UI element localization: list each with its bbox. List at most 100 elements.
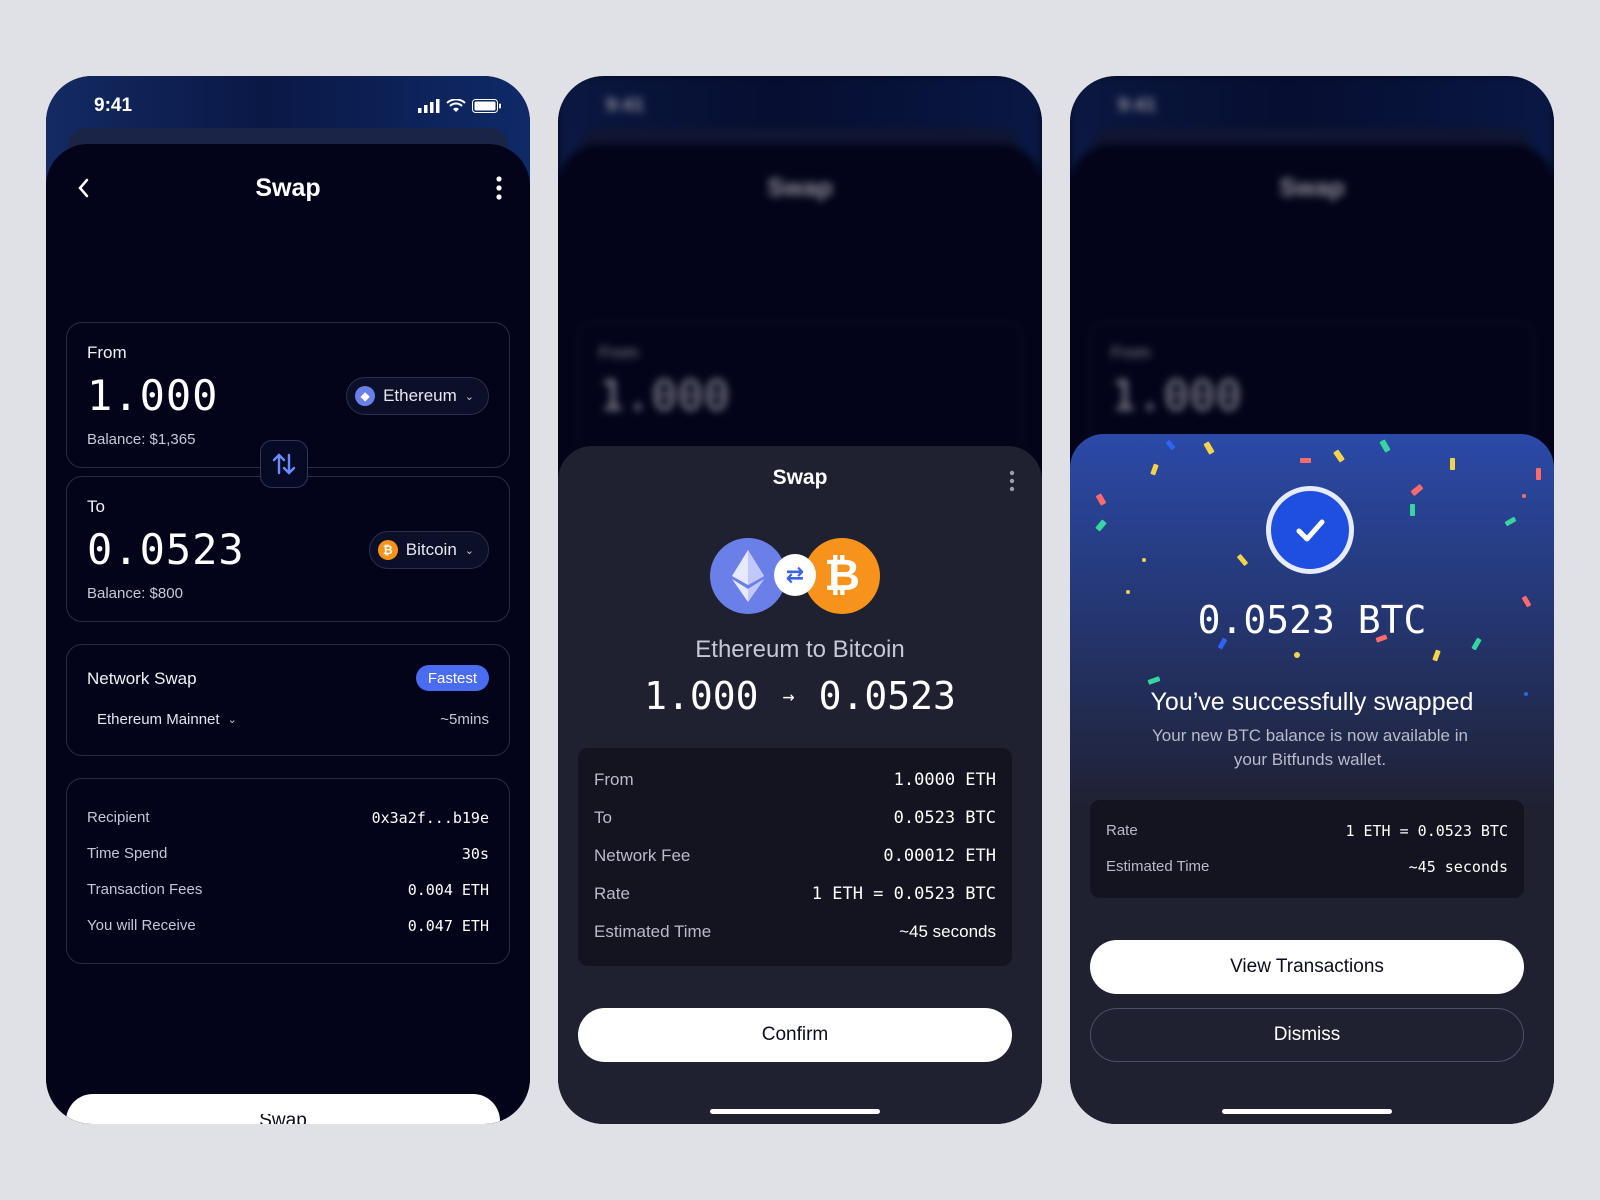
from-token-select[interactable]: ◆ Ethereum ⌄ [346, 377, 489, 415]
to-amount-input[interactable]: 0.0523 [87, 525, 245, 574]
detail-row: Recipient 0x3a2f...b19e [87, 809, 489, 827]
home-indicator [198, 1109, 368, 1114]
network-name: Ethereum Mainnet [97, 711, 220, 728]
swap-amounts: 1.000 → 0.0523 [558, 674, 1042, 718]
modal-from-amount: 1.000 [644, 674, 759, 718]
status-time: 9:41 [94, 95, 133, 116]
info-key: To [594, 808, 612, 827]
swap-arrows-icon: ⇄ [774, 554, 816, 596]
confirm-sheet: Swap ₿ ⇄ Ethereum to Bitcoin 1.000 → 0.0… [558, 446, 1042, 1124]
info-row: Rate 1 ETH = 0.0523 BTC [1106, 822, 1508, 840]
info-row: To 0.0523 BTC [594, 808, 996, 828]
more-icon[interactable] [1008, 468, 1016, 494]
received-amount: 0.0523 BTC [1197, 598, 1427, 642]
nav-bar: Swap [46, 164, 530, 212]
confirm-details: From 1.0000 ETH To 0.0523 BTC Network Fee 0… [578, 748, 1012, 966]
modal-to-amount: 0.0523 [818, 674, 956, 718]
page-title: Swap [1279, 173, 1345, 202]
to-label: To [87, 497, 105, 516]
from-amount: 1.000 [1111, 371, 1243, 420]
detail-key: Recipient [87, 809, 150, 826]
from-label: From [1111, 343, 1151, 362]
success-description: Your new BTC balance is now available in… [1152, 726, 1468, 769]
success-details: Rate 1 ETH = 0.0523 BTC Estimated Time ~45… [1090, 800, 1524, 898]
detail-key: Time Spend [87, 845, 168, 862]
bitcoin-icon: ₿ [377, 540, 398, 560]
info-key: Rate [594, 884, 630, 903]
info-key: Network Fee [594, 846, 691, 865]
status-bar: 9:41 [46, 76, 530, 136]
detail-row: Transaction Fees 0.004 ETH [87, 881, 489, 899]
swap-arrows-icon [272, 453, 296, 475]
signal-icon [418, 99, 440, 113]
info-row: Estimated Time ~45 seconds [594, 922, 996, 942]
chevron-down-icon: ⌄ [227, 714, 237, 726]
from-balance: Balance: $1,365 [87, 431, 196, 448]
modal-subtitle: Ethereum to Bitcoin [695, 636, 905, 663]
detail-value: 0.004 ETH [407, 881, 489, 899]
info-key: Estimated Time [594, 922, 712, 941]
back-icon[interactable] [72, 174, 96, 202]
view-transactions-button[interactable]: View Transactions [1090, 940, 1524, 994]
detail-row: Time Spend 30s [87, 845, 489, 863]
from-amount: 1.000 [599, 371, 731, 420]
chevron-down-icon: ⌄ [464, 390, 474, 403]
phone-swap-screen: 9:41 Swap From 1.000 Balance: $1,365 ◆ E… [46, 76, 530, 1124]
page-title: Swap [767, 173, 833, 202]
page-title: Swap [255, 173, 321, 202]
home-indicator [1222, 1109, 1392, 1114]
success-sheet: 0.0523 BTC You’ve successfully swapped Y… [1070, 434, 1554, 1124]
info-value: 0.0523 BTC [893, 808, 996, 828]
info-row: Estimated Time ~45 seconds [1106, 858, 1508, 876]
to-token-label: Bitcoin [405, 540, 457, 559]
info-row: Network Fee 0.00012 ETH [594, 846, 996, 866]
detail-key: You will Receive [87, 917, 196, 934]
status-time: 9:41 [606, 95, 645, 116]
modal-title: Swap [772, 466, 828, 489]
from-label: From [599, 343, 639, 362]
chevron-down-icon: ⌄ [464, 544, 474, 557]
success-badge [1266, 486, 1354, 574]
home-indicator [710, 1109, 880, 1114]
detail-value: 30s [461, 845, 489, 863]
info-value: 1 ETH = 0.0523 BTC [1345, 822, 1508, 840]
info-value: 1 ETH = 0.0523 BTC [811, 884, 996, 904]
confirm-button[interactable]: Confirm [578, 1008, 1012, 1062]
network-select[interactable]: Ethereum Mainnet ⌄ [97, 711, 237, 728]
ethereum-icon: ◆ [355, 386, 376, 406]
info-key: Rate [1106, 822, 1138, 839]
to-balance: Balance: $800 [87, 585, 183, 602]
info-value: 0.00012 ETH [883, 846, 996, 866]
info-row: Rate 1 ETH = 0.0523 BTC [594, 884, 996, 904]
phone-success-screen: 9:41 Swap From 1.000 0.0523 BTC You’ve s… [1070, 76, 1554, 1124]
info-row: From 1.0000 ETH [594, 770, 996, 790]
more-icon[interactable] [494, 172, 504, 204]
phone-confirm-screen: 9:41 Swap From 1.000 Swap ₿ ⇄ Ethereum t… [558, 76, 1042, 1124]
wifi-icon [446, 99, 466, 112]
details-card: Recipient 0x3a2f...b19e Time Spend 30s Tra… [66, 778, 510, 964]
to-token-select[interactable]: ₿ Bitcoin ⌄ [368, 531, 489, 569]
network-label: Network Swap [87, 669, 197, 688]
arrow-right-icon: → [782, 684, 795, 708]
info-value: 1.0000 ETH [893, 770, 996, 790]
from-amount-input[interactable]: 1.000 [87, 371, 218, 420]
to-card: To 0.0523 Balance: $800 ₿ Bitcoin ⌄ [66, 476, 510, 622]
network-eta: ~5mins [440, 711, 489, 728]
info-value: ~45 seconds [899, 922, 996, 941]
network-card: Network Swap Fastest Ethereum Mainnet ⌄ … [66, 644, 510, 756]
detail-key: Transaction Fees [87, 881, 203, 898]
battery-icon [472, 99, 501, 113]
status-time: 9:41 [1118, 95, 1157, 116]
fastest-badge: Fastest [415, 665, 489, 691]
from-label: From [87, 343, 127, 362]
detail-value: 0x3a2f...b19e [371, 809, 489, 827]
checkmark-icon [1296, 519, 1325, 542]
detail-row: You will Receive 0.047 ETH [87, 917, 489, 935]
detail-value: 0.047 ETH [407, 917, 489, 935]
swap-screen: Swap From 1.000 Balance: $1,365 ◆ Ethere… [46, 144, 530, 1124]
dismiss-button[interactable]: Dismiss [1090, 1008, 1524, 1062]
info-key: From [594, 770, 634, 789]
info-value: ~45 seconds [1408, 858, 1508, 876]
info-key: Estimated Time [1106, 858, 1210, 875]
swap-direction-button[interactable] [260, 440, 308, 488]
